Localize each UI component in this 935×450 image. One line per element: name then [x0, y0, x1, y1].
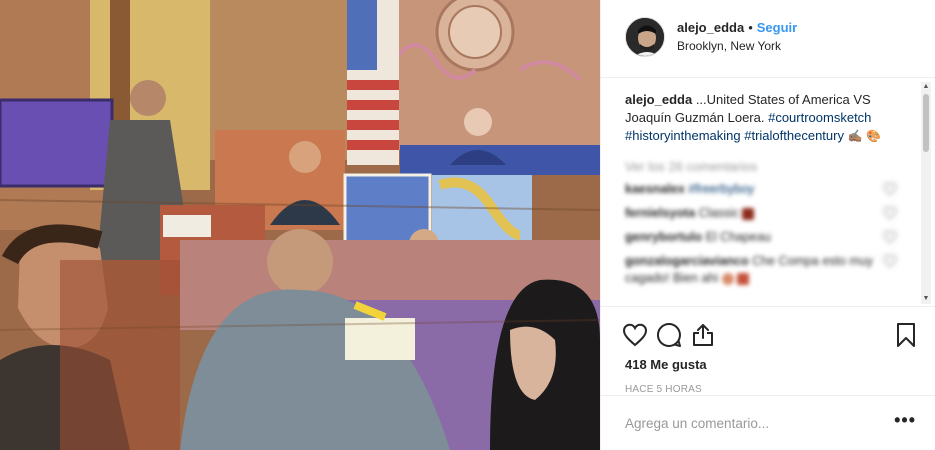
header-username-link[interactable]: alejo_edda	[677, 20, 744, 35]
avatar-icon	[626, 18, 664, 56]
comment-username-link[interactable]: genrybortulo	[625, 230, 702, 244]
comment-item: gonzalogarciavianco Che Compa esto muy c…	[625, 253, 897, 287]
emoji-icon	[721, 272, 734, 285]
bookmark-icon	[897, 323, 915, 347]
post-header: alejo_edda • Seguir Brooklyn, New York	[601, 0, 935, 78]
scroll-thumb[interactable]	[923, 94, 929, 152]
comment-username-link[interactable]: gonzalogarciavianco	[625, 254, 749, 268]
add-comment-input[interactable]	[625, 415, 895, 431]
courtroom-sketch-image	[0, 0, 600, 450]
comments-section: alejo_edda ...United States of America V…	[601, 79, 935, 305]
hashtag-link[interactable]: #trialofthecentury	[744, 128, 844, 143]
post-caption: alejo_edda ...United States of America V…	[625, 91, 905, 145]
likes-count[interactable]: 418 Me gusta	[621, 357, 916, 372]
location-link[interactable]: Brooklyn, New York	[677, 39, 797, 53]
hashtag-link[interactable]: #historyinthemaking	[625, 128, 741, 143]
add-comment-bar: •••	[601, 395, 935, 450]
emoji-icon	[737, 272, 750, 285]
post-actions: 418 Me gusta HACE 5 HORAS	[601, 306, 935, 395]
comment-item: kaesnalex #freerbyboy	[625, 181, 897, 198]
more-options-icon[interactable]: •••	[894, 410, 916, 431]
writing-hand-icon: ✍🏽	[847, 129, 863, 143]
view-all-comments-link[interactable]: Ver los 26 comentarios	[625, 159, 916, 174]
comment-like-heart-icon[interactable]	[883, 255, 897, 267]
palette-icon: 🎨	[866, 129, 882, 143]
comment-bubble-icon	[657, 322, 681, 347]
comment-like-heart-icon[interactable]	[883, 183, 897, 195]
avatar[interactable]	[625, 17, 665, 57]
comments-scrollbar[interactable]: ▲ ▼	[921, 82, 931, 304]
comment-item: fernielsyota Classic	[625, 205, 897, 222]
share-button[interactable]	[683, 315, 723, 355]
caption-username-link[interactable]: alejo_edda	[625, 92, 692, 107]
action-icon-row	[621, 315, 916, 355]
scroll-up-arrow-icon[interactable]: ▲	[921, 82, 931, 92]
separator-dot: •	[748, 20, 753, 35]
share-upload-icon	[693, 324, 713, 346]
post-image[interactable]	[0, 0, 600, 450]
comment-item: genrybortulo El Chapeau	[625, 229, 897, 246]
emoji-icon	[742, 207, 755, 220]
comment-text: Classic	[698, 206, 739, 220]
instagram-post: alejo_edda • Seguir Brooklyn, New York a…	[0, 0, 935, 450]
hashtag-link[interactable]: #courtroomsketch	[768, 110, 871, 125]
comment-text: El Chapeau	[705, 230, 771, 244]
comment-like-heart-icon[interactable]	[883, 231, 897, 243]
post-sidebar: alejo_edda • Seguir Brooklyn, New York a…	[600, 0, 935, 450]
header-text: alejo_edda • Seguir Brooklyn, New York	[677, 17, 797, 53]
comment-like-heart-icon[interactable]	[883, 207, 897, 219]
follow-button[interactable]: Seguir	[757, 20, 797, 35]
comment-username-link[interactable]: kaesnalex	[625, 182, 685, 196]
heart-icon	[622, 323, 648, 347]
post-timestamp[interactable]: HACE 5 HORAS	[621, 384, 916, 395]
comment-username-link[interactable]: fernielsyota	[625, 206, 695, 220]
save-button[interactable]	[886, 315, 926, 355]
scroll-down-arrow-icon[interactable]: ▼	[921, 294, 931, 304]
comment-text: #freerbyboy	[688, 182, 755, 196]
